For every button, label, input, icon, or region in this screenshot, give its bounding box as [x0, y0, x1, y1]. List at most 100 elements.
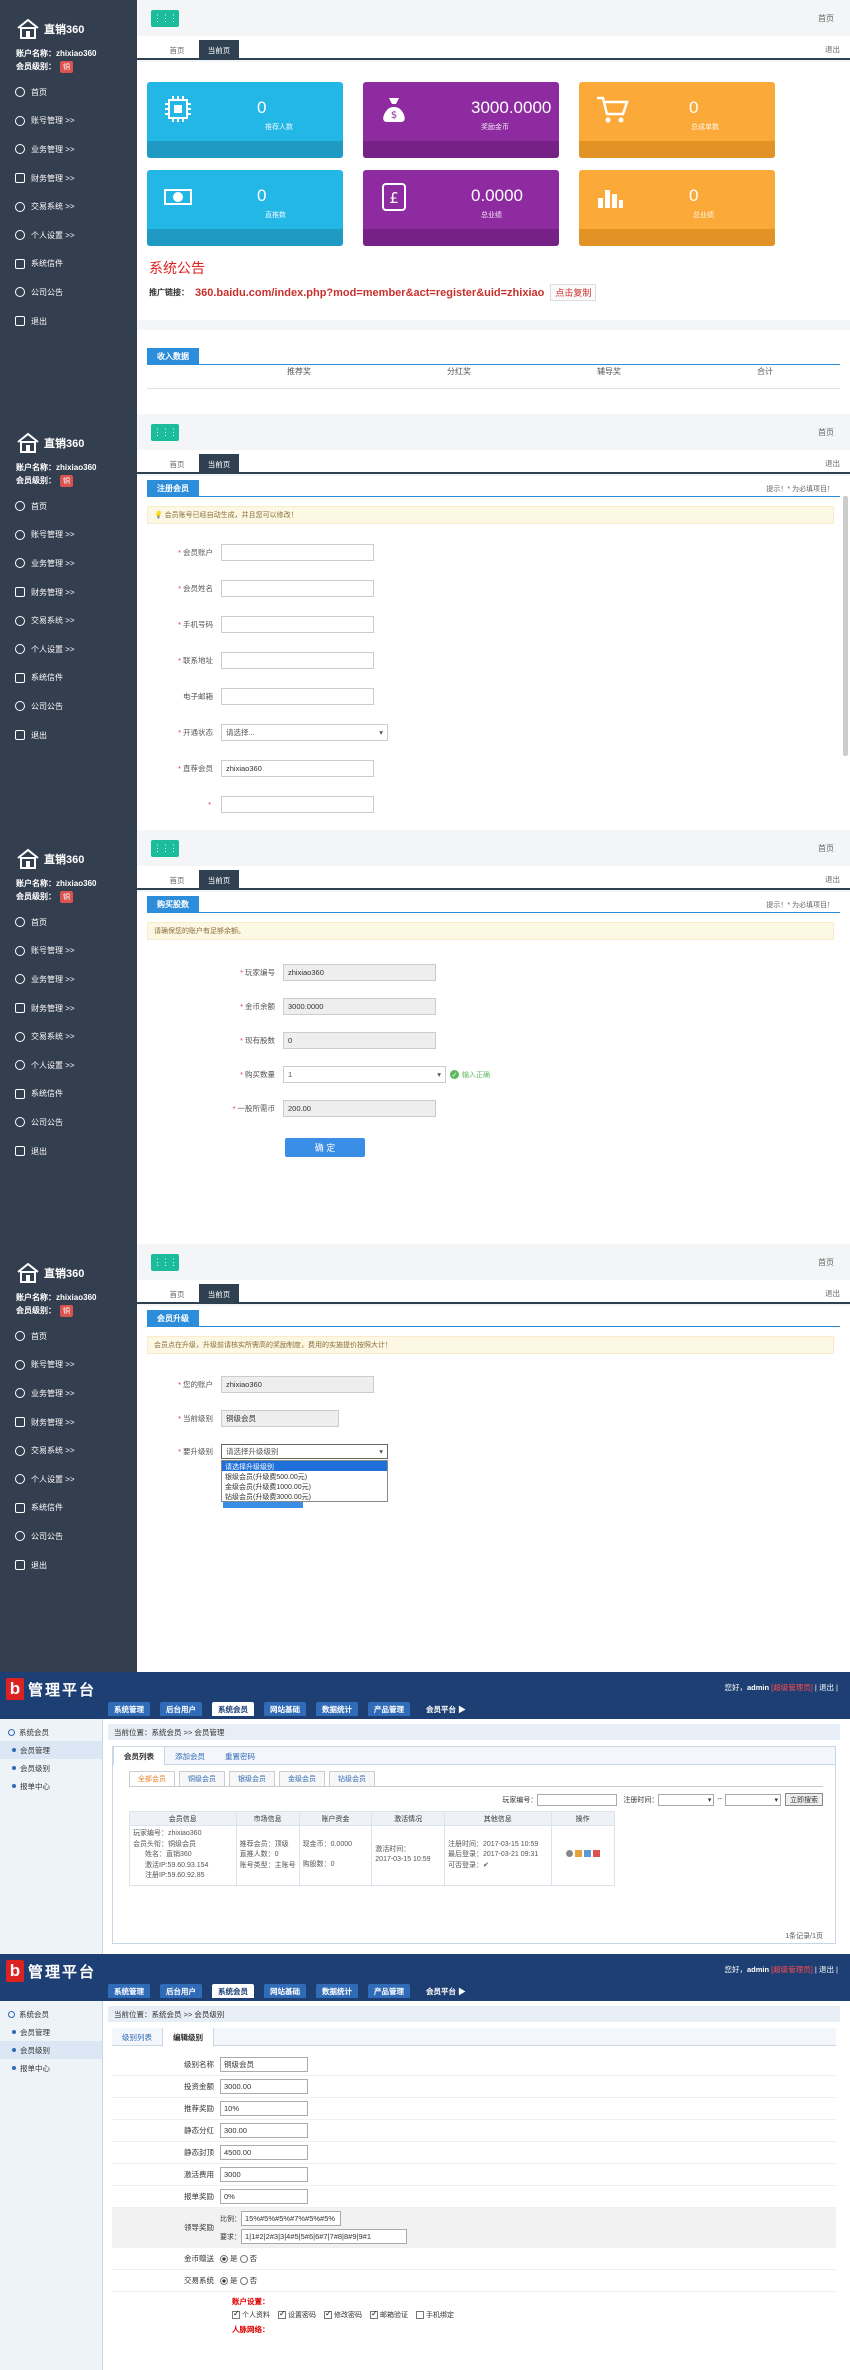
menu-item-personal[interactable]: 个人设置 >> — [0, 635, 137, 664]
check-phone-bind[interactable]: 手机绑定 — [416, 2310, 454, 2320]
tab-member-list[interactable]: 会员列表 — [113, 1747, 165, 1765]
subtab-all[interactable]: 全部会员 — [129, 1771, 175, 1786]
nav-system[interactable]: 系统管理 — [108, 1984, 150, 1998]
radio-yes[interactable] — [220, 2255, 228, 2264]
menu-item-account[interactable]: 账号管理 >> — [0, 1351, 137, 1380]
subtab-silver[interactable]: 银级会员 — [229, 1771, 275, 1786]
nav-site[interactable]: 网站基础 — [264, 1984, 306, 1998]
menu-item-business[interactable]: 业务管理 >> — [0, 549, 137, 578]
menu-item-business[interactable]: 业务管理 >> — [0, 135, 137, 164]
tab-current[interactable]: 当前页 — [199, 1284, 239, 1304]
detail-icon[interactable] — [583, 1849, 591, 1857]
check-email-verify[interactable]: 邮箱验证 — [370, 2309, 408, 2320]
menu-item-account[interactable]: 账号管理 >> — [0, 107, 137, 136]
menu-item-trade[interactable]: 交易系统 >> — [0, 606, 137, 635]
menu-item-finance[interactable]: 财务管理 >> — [0, 994, 137, 1023]
home-link[interactable]: 首页 — [818, 1257, 834, 1268]
date-to-input[interactable]: ▾ — [725, 1793, 781, 1806]
scrollbar[interactable] — [843, 496, 848, 756]
leader-requirement-input[interactable]: 1|1#2|2#3|3|4#5|5#6|6#7|7#8|8#9|9#1 — [241, 2229, 407, 2244]
menu-item-logout[interactable]: 退出 — [0, 1137, 137, 1166]
member-name-input[interactable] — [221, 580, 374, 597]
static-cap-input[interactable]: 4500.00 — [220, 2145, 308, 2160]
side-member-manage[interactable]: 会员管理 — [0, 2023, 102, 2041]
menu-item-finance[interactable]: 财务管理 >> — [0, 578, 137, 607]
side-members-group[interactable]: 系统会员 — [0, 1723, 102, 1741]
menu-item-notice[interactable]: 公司公告 — [0, 1522, 137, 1551]
menu-item-logout[interactable]: 退出 — [0, 1551, 137, 1580]
submit-button-edge[interactable] — [223, 1502, 303, 1508]
email-input[interactable] — [221, 688, 374, 705]
level-name-input[interactable]: 铜级会员 — [220, 2057, 308, 2072]
dropdown-option[interactable]: 请选择升级级别 — [222, 1461, 387, 1471]
sponsor-input[interactable]: zhixiao360 — [221, 760, 374, 777]
side-member-manage[interactable]: 会员管理 — [0, 1741, 102, 1759]
menu-item-notice[interactable]: 公司公告 — [0, 692, 137, 721]
side-members-group[interactable]: 系统会员 — [0, 2005, 102, 2023]
nav-members[interactable]: 系统会员 — [212, 1702, 254, 1716]
target-level-select[interactable]: 请选择升级级别 ▾ — [221, 1444, 388, 1459]
nav-members[interactable]: 系统会员 — [212, 1984, 254, 1998]
menu-item-logout[interactable]: 退出 — [0, 307, 137, 336]
member-account-input[interactable] — [221, 544, 374, 561]
nav-products[interactable]: 产品管理 — [368, 1702, 410, 1716]
menu-item-account[interactable]: 账号管理 >> — [0, 937, 137, 966]
menu-item-personal[interactable]: 个人设置 >> — [0, 1465, 137, 1494]
order-reward-input[interactable]: 0% — [220, 2189, 308, 2204]
tab-add-member[interactable]: 添加会员 — [165, 1747, 215, 1765]
logout-link[interactable]: | 退出 | — [815, 1683, 838, 1692]
tab-home[interactable]: 首页 — [157, 870, 197, 890]
dropdown-option[interactable]: 钻级会员(升级费3000.00元) — [222, 1491, 387, 1501]
leader-ratio-input[interactable]: 15%#5%#5%#7%#5%#5% — [241, 2211, 341, 2226]
menu-item-account[interactable]: 账号管理 >> — [0, 521, 137, 550]
menu-item-notice[interactable]: 公司公告 — [0, 278, 137, 307]
menu-item-personal[interactable]: 个人设置 >> — [0, 1051, 137, 1080]
subtab-gold[interactable]: 金级会员 — [279, 1771, 325, 1786]
partial-input[interactable] — [221, 796, 374, 813]
radio-no[interactable] — [239, 2255, 248, 2264]
menu-item-home[interactable]: 首页 — [0, 1322, 137, 1351]
menu-toggle-button[interactable]: ⋮⋮⋮ — [151, 840, 179, 857]
date-from-input[interactable]: ▾ — [658, 1793, 715, 1806]
menu-item-finance[interactable]: 财务管理 >> — [0, 1408, 137, 1437]
trade-radio-group[interactable]: 是 否 — [220, 2275, 257, 2286]
tab-current[interactable]: 当前页 — [199, 870, 239, 890]
close-link[interactable]: 退出 — [825, 458, 840, 469]
menu-toggle-button[interactable]: ⋮⋮⋮ — [151, 10, 179, 27]
menu-item-home[interactable]: 首页 — [0, 78, 137, 107]
check-change-password[interactable]: 修改密码 — [324, 2309, 362, 2320]
nav-products[interactable]: 产品管理 — [368, 1984, 410, 1998]
copy-button[interactable]: 点击复制 — [550, 284, 597, 301]
dropdown-option[interactable]: 金级会员(升级费1000.00元) — [222, 1481, 387, 1491]
tab-current[interactable]: 当前页 — [199, 40, 239, 60]
home-link[interactable]: 首页 — [818, 427, 834, 438]
menu-item-mail[interactable]: 系统信件 — [0, 250, 137, 279]
player-id-search-input[interactable] — [537, 1793, 618, 1806]
side-order-center[interactable]: 报单中心 — [0, 1777, 102, 1795]
nav-system[interactable]: 系统管理 — [108, 1702, 150, 1716]
menu-item-home[interactable]: 首页 — [0, 908, 137, 937]
address-input[interactable] — [221, 652, 374, 669]
menu-item-mail[interactable]: 系统信件 — [0, 1494, 137, 1523]
menu-item-finance[interactable]: 财务管理 >> — [0, 164, 137, 193]
activation-fee-input[interactable]: 3000 — [220, 2167, 308, 2182]
radio-yes[interactable] — [220, 2277, 228, 2286]
side-member-levels[interactable]: 会员级别 — [0, 1759, 102, 1777]
home-link[interactable]: 首页 — [818, 843, 834, 854]
static-dividend-input[interactable]: 300.00 — [220, 2123, 308, 2138]
radio-no[interactable] — [239, 2277, 248, 2286]
close-link[interactable]: 退出 — [825, 874, 840, 885]
nav-stats[interactable]: 数据统计 — [316, 1984, 358, 1998]
tab-level-list[interactable]: 级别列表 — [112, 2028, 162, 2046]
check-set-password[interactable]: 设置密码 — [278, 2309, 316, 2320]
promo-url[interactable]: 360.baidu.com/index.php?mod=member&act=r… — [195, 287, 544, 299]
nav-site[interactable]: 网站基础 — [264, 1702, 306, 1716]
view-icon[interactable] — [565, 1849, 573, 1857]
referral-reward-input[interactable]: 10% — [220, 2101, 308, 2116]
dropdown-option[interactable]: 银级会员(升级费500.00元) — [222, 1471, 387, 1481]
nav-stats[interactable]: 数据统计 — [316, 1702, 358, 1716]
gold-radio-group[interactable]: 是 否 — [220, 2253, 257, 2264]
nav-backend-users[interactable]: 后台用户 — [160, 1984, 202, 1998]
subtab-copper[interactable]: 铜级会员 — [179, 1771, 225, 1786]
menu-item-home[interactable]: 首页 — [0, 492, 137, 521]
